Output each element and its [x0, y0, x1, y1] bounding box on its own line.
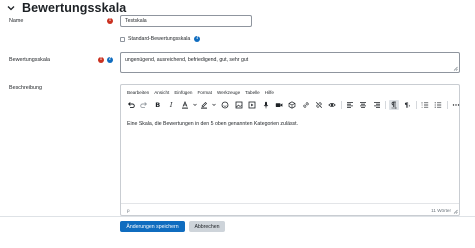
record-video-icon[interactable]: [274, 100, 284, 110]
accessibility-checker-icon[interactable]: [327, 100, 337, 110]
link-icon[interactable]: [301, 100, 311, 110]
undo-icon[interactable]: [126, 100, 136, 110]
bullet-list-icon[interactable]: [433, 100, 443, 110]
italic-icon[interactable]: I: [166, 100, 176, 110]
menu-insert[interactable]: Einfügen: [174, 90, 192, 95]
numbered-list-icon[interactable]: [420, 100, 430, 110]
image-icon[interactable]: [234, 100, 244, 110]
record-audio-icon[interactable]: [261, 100, 271, 110]
standard-scale-row: Standard-Bewertungsskala: [120, 35, 201, 42]
emoji-icon[interactable]: [220, 100, 230, 110]
editor-statusbar: p 11 Wörter: [121, 203, 459, 215]
rtl-icon[interactable]: ¶ ‹: [402, 100, 412, 110]
standard-scale-label: Standard-Bewertungsskala: [128, 36, 191, 42]
required-icon: [107, 17, 113, 24]
name-input[interactable]: Testskala: [120, 15, 252, 27]
editor-menubar: Bearbeiten Ansicht Einfügen Format Werkz…: [127, 90, 274, 95]
scale-textarea-value: ungenügend, ausreichend, befriedigend, g…: [125, 57, 249, 63]
help-icon[interactable]: [107, 56, 113, 63]
scale-textarea[interactable]: ungenügend, ausreichend, befriedigend, g…: [120, 52, 460, 73]
menu-tools[interactable]: Werkzeuge: [217, 90, 240, 95]
description-label: Beschreibung: [9, 85, 42, 91]
save-changes-button[interactable]: Änderungen speichern: [120, 221, 185, 232]
menu-format[interactable]: Format: [197, 90, 212, 95]
unlink-icon[interactable]: [314, 100, 324, 110]
required-icon: [98, 56, 104, 63]
ltr-icon[interactable]: [389, 100, 400, 110]
redo-icon[interactable]: [139, 100, 149, 110]
editor-toolbar: B I ¶ ‹: [126, 100, 464, 110]
resize-handle-icon[interactable]: [453, 66, 458, 71]
toolbar-separator: [340, 101, 342, 109]
scale-label: Bewertungsskala: [9, 57, 51, 63]
toolbar-separator: [415, 101, 417, 109]
section-title: Bewertungsskala: [22, 1, 127, 15]
toolbar-separator: [446, 101, 448, 109]
media-icon[interactable]: [247, 100, 257, 110]
highlight-icon[interactable]: [199, 100, 209, 110]
menu-view[interactable]: Ansicht: [154, 90, 169, 95]
element-path[interactable]: p: [127, 208, 130, 213]
word-count: 11 Wörter: [431, 207, 451, 213]
toolbar-separator: [385, 101, 387, 109]
chevron-down-icon[interactable]: [6, 3, 16, 13]
editor-content[interactable]: Eine Skala, die Bewertungen in den 5 obe…: [127, 121, 298, 127]
cancel-button[interactable]: Abbrechen: [189, 221, 225, 232]
resize-handle-icon[interactable]: [453, 209, 458, 214]
h5p-icon[interactable]: [287, 100, 297, 110]
text-color-icon[interactable]: [180, 100, 190, 110]
form-divider: [0, 216, 475, 217]
menu-edit[interactable]: Bearbeiten: [127, 90, 149, 95]
standard-scale-checkbox[interactable]: [120, 36, 125, 42]
name-input-value: Testskala: [125, 18, 147, 24]
help-icon[interactable]: [194, 35, 201, 42]
section-header[interactable]: Bewertungsskala: [6, 1, 126, 15]
menu-table[interactable]: Tabelle: [245, 90, 260, 95]
more-icon[interactable]: [451, 100, 461, 110]
align-center-icon[interactable]: [358, 100, 368, 110]
rich-text-editor[interactable]: Bearbeiten Ansicht Einfügen Format Werkz…: [120, 84, 460, 216]
chevron-down-icon[interactable]: [212, 100, 217, 110]
bold-icon[interactable]: B: [153, 100, 163, 110]
chevron-down-icon[interactable]: [193, 100, 197, 110]
name-label: Name: [9, 18, 24, 24]
align-left-icon[interactable]: [345, 100, 355, 110]
menu-help[interactable]: Hilfe: [265, 90, 274, 95]
align-right-icon[interactable]: [372, 100, 382, 110]
